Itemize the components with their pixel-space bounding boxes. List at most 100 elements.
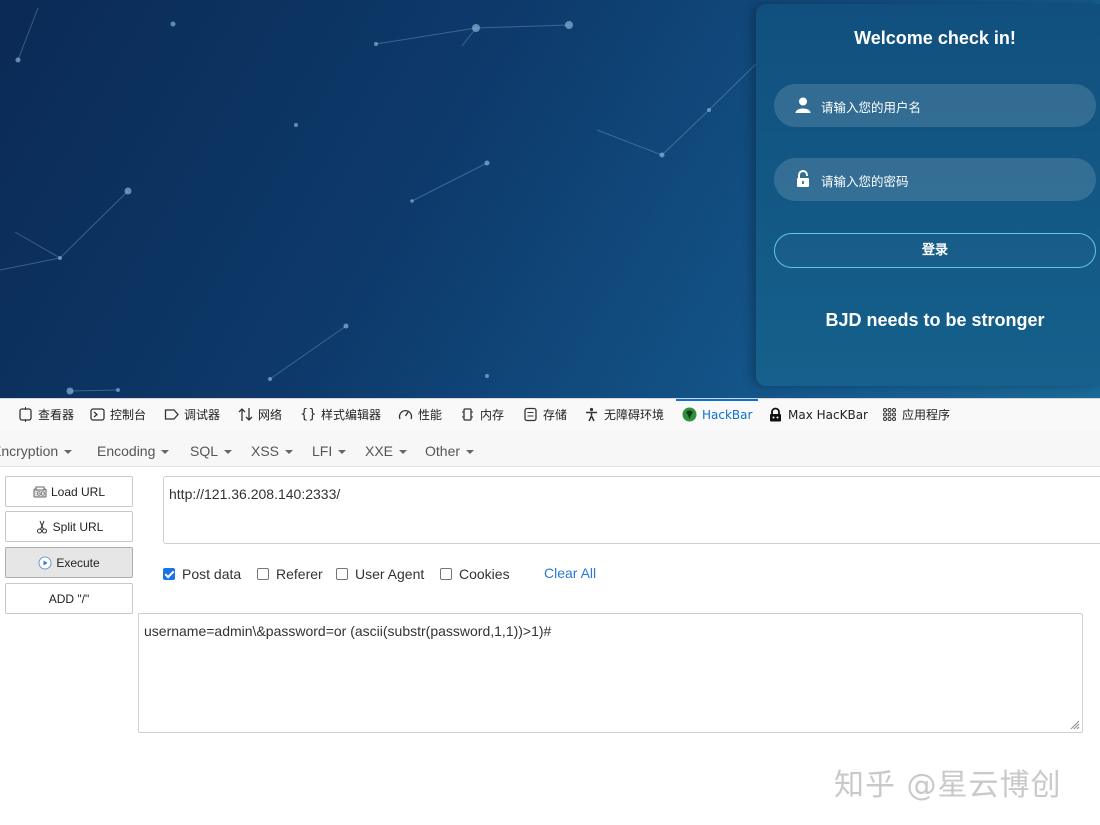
menu-lfi[interactable]: LFI: [312, 430, 347, 466]
tab-performance[interactable]: 性能: [398, 399, 442, 430]
tab-network[interactable]: 网络: [238, 399, 282, 430]
referer-option[interactable]: Referer: [257, 565, 323, 583]
caret-down-icon: [285, 450, 294, 455]
scissors-icon: [36, 520, 47, 533]
accessibility-icon: [586, 407, 597, 422]
option-label: Post data: [182, 566, 242, 582]
clear-all-link[interactable]: Clear All: [544, 565, 596, 581]
tab-label: 样式编辑器: [321, 408, 382, 422]
watermark-text: 知乎 @星云博创: [834, 768, 1062, 803]
caret-down-icon: [399, 450, 408, 455]
hackbar-menu-bar: Encryption Encoding SQL XSS LFI XXE Othe…: [0, 430, 1100, 467]
tab-style-editor[interactable]: {} 样式编辑器: [300, 399, 381, 430]
tab-label: 性能: [418, 408, 443, 422]
style-editor-icon: {}: [300, 407, 317, 422]
button-label: ADD "/": [48, 591, 90, 606]
post-data-text: username=admin\&password=or (ascii(subst…: [144, 623, 552, 639]
password-placeholder: 请输入您的密码: [821, 174, 909, 189]
url-textarea[interactable]: http://121.36.208.140:2333/: [163, 476, 1100, 544]
cookies-option[interactable]: Cookies: [440, 565, 510, 583]
tab-inspector[interactable]: 查看器: [18, 399, 74, 430]
network-icon: [238, 408, 253, 421]
menu-label: XXE: [365, 443, 394, 459]
login-button[interactable]: 登录: [774, 233, 1096, 268]
caret-down-icon: [161, 450, 170, 455]
split-url-button[interactable]: Split URL: [5, 511, 133, 542]
menu-label: XSS: [251, 443, 280, 459]
user-icon: [795, 97, 811, 113]
user-agent-option[interactable]: User Agent: [336, 565, 424, 583]
menu-label: Encryption: [0, 443, 59, 459]
lock-icon: [797, 170, 809, 187]
console-icon: [90, 408, 105, 421]
post-data-textarea[interactable]: username=admin\&password=or (ascii(subst…: [138, 613, 1083, 733]
memory-icon: [462, 408, 473, 421]
application-icon: [883, 408, 896, 421]
tab-label: HackBar: [702, 407, 753, 422]
tab-storage[interactable]: 存储: [523, 399, 567, 430]
button-label: Split URL: [52, 519, 104, 534]
tab-label: 网络: [258, 408, 283, 422]
hackbar-icon: [682, 407, 697, 422]
tab-label: 调试器: [184, 408, 221, 422]
menu-other[interactable]: Other: [425, 430, 475, 466]
tab-memory[interactable]: 内存: [460, 399, 504, 430]
post-data-option[interactable]: Post data: [163, 565, 241, 583]
max-hackbar-icon: [770, 407, 781, 422]
username-placeholder: 请输入您的用户名: [821, 100, 922, 115]
user-agent-checkbox[interactable]: [336, 568, 348, 580]
performance-icon: [398, 409, 413, 420]
caret-down-icon: [338, 450, 347, 455]
tab-hackbar[interactable]: HackBar: [675, 399, 759, 430]
button-label: Execute: [56, 555, 100, 570]
web-page-viewport: Welcome check in! 请输入您的用户名 请输入您的密码 登录 BJ…: [0, 0, 1100, 398]
tab-application[interactable]: 应用程序: [882, 399, 950, 430]
play-icon: [38, 556, 52, 569]
post-data-checkbox[interactable]: [163, 568, 175, 580]
inspector-icon: [19, 407, 32, 422]
cookies-checkbox[interactable]: [440, 568, 452, 580]
menu-label: LFI: [312, 443, 333, 459]
password-input[interactable]: 请输入您的密码: [774, 158, 1096, 201]
tab-label: 无障碍环境: [604, 408, 665, 422]
option-label: User Agent: [355, 566, 425, 582]
debugger-icon: [164, 409, 179, 420]
button-label: Load URL: [50, 484, 106, 499]
menu-label: SQL: [190, 443, 219, 459]
menu-xxe[interactable]: XXE: [365, 430, 408, 466]
add-slash-button[interactable]: ADD "/": [5, 583, 133, 614]
caret-down-icon: [64, 450, 73, 455]
login-title: Welcome check in!: [854, 28, 1016, 48]
menu-encryption[interactable]: Encryption: [0, 430, 73, 466]
menu-xss[interactable]: XSS: [251, 430, 294, 466]
tab-label: 应用程序: [902, 408, 951, 422]
execute-button[interactable]: Execute: [5, 547, 133, 578]
tab-accessibility[interactable]: 无障碍环境: [584, 399, 664, 430]
tab-debugger[interactable]: 调试器: [164, 399, 220, 430]
option-label: Cookies: [459, 566, 510, 582]
menu-sql[interactable]: SQL: [190, 430, 233, 466]
menu-label: Other: [425, 443, 461, 459]
network-background-graphic: [0, 7, 760, 395]
tab-console[interactable]: 控制台: [90, 399, 146, 430]
svg-text:GO: GO: [37, 491, 45, 497]
tab-label: 控制台: [110, 408, 147, 422]
tab-max-hackbar[interactable]: Max HacKBar: [768, 399, 868, 430]
load-url-icon: GO: [33, 486, 47, 497]
load-url-button[interactable]: GO Load URL: [5, 476, 133, 507]
tab-label: Max HacKBar: [788, 407, 868, 422]
tab-label: 内存: [480, 408, 505, 422]
storage-icon: [524, 407, 537, 422]
login-panel: Welcome check in! 请输入您的用户名 请输入您的密码 登录 BJ…: [756, 4, 1100, 386]
username-input[interactable]: 请输入您的用户名: [774, 84, 1096, 127]
tab-label: 存储: [543, 408, 568, 422]
menu-encoding[interactable]: Encoding: [97, 430, 170, 466]
caret-down-icon: [466, 450, 475, 455]
tab-label: 查看器: [38, 408, 75, 422]
menu-label: Encoding: [97, 443, 156, 459]
devtools-toolbar: 查看器 控制台 调试器 网络 {} 样式编辑器 性能 内存 存储 无障碍环境 H…: [0, 398, 1100, 431]
referer-checkbox[interactable]: [257, 568, 269, 580]
resize-handle-icon[interactable]: [1070, 720, 1080, 730]
caret-down-icon: [224, 450, 233, 455]
slogan-text: BJD needs to be stronger: [825, 310, 1045, 330]
